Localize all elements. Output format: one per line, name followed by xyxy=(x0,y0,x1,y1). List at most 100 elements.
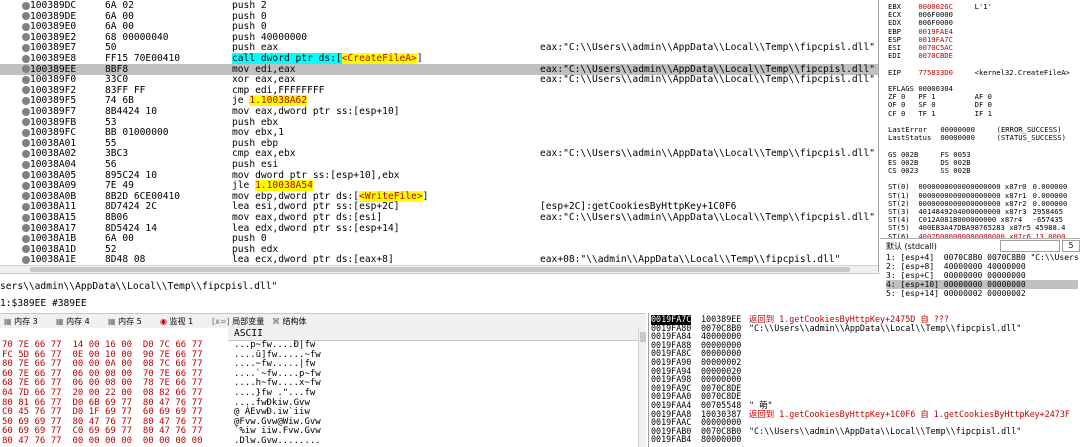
bytes: 52 xyxy=(105,243,117,255)
address: 100389DE xyxy=(30,10,77,22)
calling-convention-select[interactable] xyxy=(1000,240,1060,252)
disasm-row[interactable]: 10038A09 7E 49 jle 1.10038A54 xyxy=(0,180,878,192)
breakpoint-dot[interactable] xyxy=(22,181,30,190)
stack-view[interactable]: 0019FA7C 100389EE 返回到 1.getCookiesByHttpKe… xyxy=(648,313,1080,447)
disasm-row[interactable]: 10038A04 56 push esi xyxy=(0,159,878,170)
disasm-row[interactable]: 10038A15 8B06 mov eax,dword ptr ds:[esi] ea… xyxy=(0,212,878,223)
register-comment: <kernel32.CreateFileA> xyxy=(974,67,1070,77)
breakpoint-dot[interactable] xyxy=(22,171,30,180)
disasm-row[interactable]: 100389E7 50 push eax eax:"C:\\Users\\admin\… xyxy=(0,42,878,53)
breakpoint-dot[interactable] xyxy=(22,255,30,264)
breakpoint-dot[interactable] xyxy=(22,160,30,169)
calling-convention-label: 默认 (stdcall) xyxy=(886,242,937,251)
disasm-row[interactable]: 100389DE 6A 00 push 0 xyxy=(0,11,878,22)
breakpoint-dot[interactable] xyxy=(22,245,30,254)
scroll-thumb[interactable] xyxy=(640,332,646,342)
instruction: mov ebx,1 xyxy=(232,127,284,139)
disasm-row[interactable]: 10038A1D 52 push edx xyxy=(0,244,878,255)
bytes: 6A 02 xyxy=(105,0,134,11)
tab-locals[interactable]: [x=] 局部变量 xyxy=(212,316,264,327)
vertical-divider[interactable] xyxy=(878,0,879,272)
disasm-row[interactable]: 10038A02 3BC3 cmp eax,ebx eax:"C:\\Users\\a… xyxy=(0,148,878,159)
disasm-row[interactable]: 100389F0 33C0 xor eax,eax eax:"C:\\Users\\a… xyxy=(0,74,878,85)
breakpoint-dot[interactable] xyxy=(22,75,30,84)
comment: eax:"C:\\Users\\admin\\AppData\\Local\\T… xyxy=(540,212,876,223)
info-panel: sers\\admin\\AppData\\Local\\Temp\\fipcp… xyxy=(0,273,880,314)
disasm-row[interactable]: 100389E0 6A 00 push 0 xyxy=(0,21,878,32)
bytes: 3BC3 xyxy=(105,148,129,160)
arg-line: 2: [esp+8] 40000000 40000000 xyxy=(886,262,1026,271)
breakpoint-dot[interactable] xyxy=(22,149,30,158)
breakpoint-dot[interactable] xyxy=(22,96,30,105)
breakpoint-dot[interactable] xyxy=(22,128,30,137)
bytes: 53 xyxy=(105,116,117,128)
disasm-row[interactable]: 100389E2 68 00000040 push 40000000 xyxy=(0,32,878,43)
registers-panel: EBX 0000026C L'1' ECX 006F0000 EDX 006F00… xyxy=(880,0,1080,241)
arg-count-spinner[interactable]: 5 xyxy=(1062,240,1080,252)
dump-vscrollbar[interactable] xyxy=(638,328,646,447)
disasm-row[interactable]: 100389F5 74 6B je 1.10038A62 xyxy=(0,95,878,107)
stack-row[interactable]: 0019FAB4 80000000 xyxy=(649,435,1080,445)
address: 100389FB xyxy=(30,116,77,128)
disasm-row[interactable]: 10038A05 895C24 10 mov dword ptr ss:[esp+1… xyxy=(0,170,878,181)
breakpoint-dot[interactable] xyxy=(22,213,30,222)
tab-memory-3[interactable]: ▦ 内存 3 xyxy=(4,316,38,327)
address: 100389DC xyxy=(30,0,77,11)
breakpoint-dot[interactable] xyxy=(22,192,30,201)
breakpoint-dot[interactable] xyxy=(22,139,30,148)
address: 100389F2 xyxy=(30,84,77,96)
tab-memory-5[interactable]: ▦ 内存 5 xyxy=(108,316,142,327)
address: 10038A09 xyxy=(30,180,77,192)
disasm-row[interactable]: 10038A1B 6A 00 push 0 xyxy=(0,233,878,244)
bytes: 6A 00 xyxy=(105,10,134,22)
arg-line: 1: [esp+4] 0070C8B0 0070C8B0 "C:\\Users xyxy=(886,253,1079,262)
disasm-row[interactable]: 100389E8 FF15 70E00410 call dword ptr ds:[… xyxy=(0,53,878,64)
breakpoint-dot[interactable] xyxy=(22,118,30,127)
tab-watch-1[interactable]: ◉ 监视 1 xyxy=(160,316,193,327)
disasm-row[interactable]: 10038A0B 8B2D 6CE00410 mov ebp,dword ptr d… xyxy=(0,190,878,202)
breakpoint-dot[interactable] xyxy=(22,202,30,211)
scroll-thumb[interactable] xyxy=(30,267,850,272)
disasm-row[interactable]: 10038A1E 8D48 08 lea ecx,dword ptr ds:[eax… xyxy=(0,254,878,265)
instruction: cmp eax,ebx xyxy=(232,148,296,160)
breakpoint-dot[interactable] xyxy=(22,43,30,52)
arg-line: 3: [esp+C] 00000000 00000000 xyxy=(886,271,1026,280)
tab-struct[interactable]: ⌘ 结构体 xyxy=(272,316,307,327)
breakpoint-dot[interactable] xyxy=(22,86,30,95)
address: 100389F0 xyxy=(30,74,77,86)
instruction: push ebx xyxy=(232,116,279,128)
breakpoint-dot[interactable] xyxy=(22,65,30,74)
instruction: cmp edi,FFFFFFFF xyxy=(232,84,325,96)
breakpoint-dot[interactable] xyxy=(22,22,30,31)
disasm-row[interactable]: 100389FC BB 01000000 mov ebx,1 xyxy=(0,127,878,138)
disasm-row[interactable]: 100389DC 6A 02 push 2 xyxy=(0,0,878,11)
disasm-row[interactable]: 100389FB 53 push ebx xyxy=(0,117,878,128)
address: 100389F5 xyxy=(30,95,77,107)
breakpoint-dot[interactable] xyxy=(22,107,30,116)
address: 10038A1E xyxy=(30,254,77,265)
breakpoint-dot[interactable] xyxy=(22,224,30,233)
instruction: push ebp xyxy=(232,137,279,149)
disasm-row[interactable]: 10038A11 8D7424 2C lea esi,dword ptr ss:[e… xyxy=(0,201,878,212)
breakpoint-dot[interactable] xyxy=(22,1,30,10)
tab-memory-4[interactable]: ▦ 内存 4 xyxy=(56,316,90,327)
instruction: push 40000000 xyxy=(232,31,308,43)
disasm-row[interactable]: 100389F7 8B4424 10 mov eax,dword ptr ss:[e… xyxy=(0,106,878,117)
address: 10038A0B xyxy=(30,190,77,202)
memory-dump[interactable]: ASCII 70 7E 66 77 14 00 16 00 D0 7C 66 7… xyxy=(0,328,646,447)
disasm-row[interactable]: 10038A17 8D5424 14 lea edx,dword ptr ss:[e… xyxy=(0,223,878,234)
address: 10038A02 xyxy=(30,148,77,160)
disassembly-view[interactable]: 100389DC 6A 02 push 2 100389DE 6A 00 push 0 10… xyxy=(0,0,878,265)
bytes: 8B2D 6CE00410 xyxy=(105,190,181,202)
breakpoint-dot[interactable] xyxy=(22,54,30,63)
disasm-row[interactable]: 100389F2 83FF FF cmp edi,FFFFFFFF xyxy=(0,85,878,96)
bytes: 55 xyxy=(105,137,117,149)
arg-line: 5: [esp+14] 00000002 00000002 xyxy=(886,289,1026,298)
breakpoint-dot[interactable] xyxy=(22,234,30,243)
breakpoint-dot[interactable] xyxy=(22,12,30,21)
instruction: lea edx,dword ptr ss:[esp+14] xyxy=(232,222,400,234)
address: 100389E0 xyxy=(30,21,77,33)
breakpoint-dot[interactable] xyxy=(22,33,30,42)
disasm-row[interactable]: 10038A01 55 push ebp xyxy=(0,138,878,149)
disasm-row[interactable]: 100389EE 8BF8 mov edi,eax eax:"C:\\Users\\a… xyxy=(0,63,878,75)
